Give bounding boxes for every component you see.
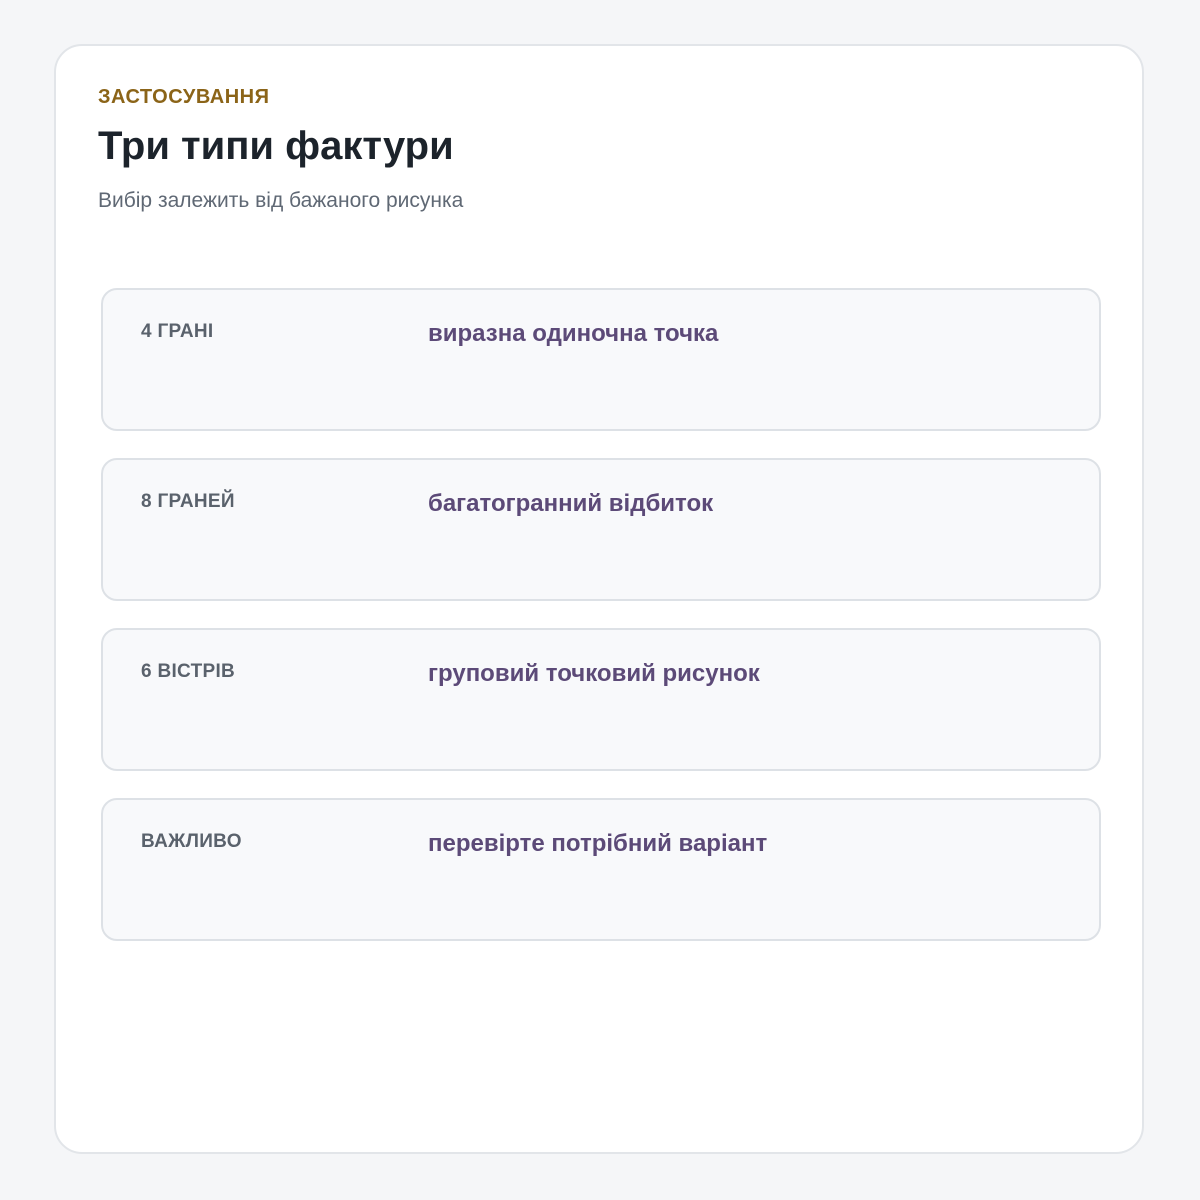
list-item: 6 ВІСТРІВ груповий точковий рисунок bbox=[101, 628, 1101, 771]
item-label: 4 ГРАНІ bbox=[141, 321, 214, 342]
list-item: 4 ГРАНІ виразна одиночна точка bbox=[101, 288, 1101, 431]
page-subtitle: Вибір залежить від бажаного рисунка bbox=[98, 189, 464, 212]
texture-list: 4 ГРАНІ виразна одиночна точка 8 ГРАНЕЙ … bbox=[101, 288, 1101, 968]
item-value: груповий точковий рисунок bbox=[428, 660, 760, 687]
item-label: 8 ГРАНЕЙ bbox=[141, 491, 235, 512]
item-value: багатогранний відбиток bbox=[428, 490, 714, 517]
content-card: ЗАСТОСУВАННЯ Три типи фактури Вибір зале… bbox=[54, 44, 1144, 1154]
section-eyebrow: ЗАСТОСУВАННЯ bbox=[98, 86, 270, 108]
page-title: Три типи фактури bbox=[98, 124, 454, 168]
item-value: виразна одиночна точка bbox=[428, 320, 719, 347]
item-label: 6 ВІСТРІВ bbox=[141, 661, 236, 682]
item-value: перевірте потрібний варіант bbox=[428, 830, 768, 857]
list-item: 8 ГРАНЕЙ багатогранний відбиток bbox=[101, 458, 1101, 601]
list-item: ВАЖЛИВО перевірте потрібний варіант bbox=[101, 798, 1101, 941]
item-label: ВАЖЛИВО bbox=[141, 831, 242, 852]
